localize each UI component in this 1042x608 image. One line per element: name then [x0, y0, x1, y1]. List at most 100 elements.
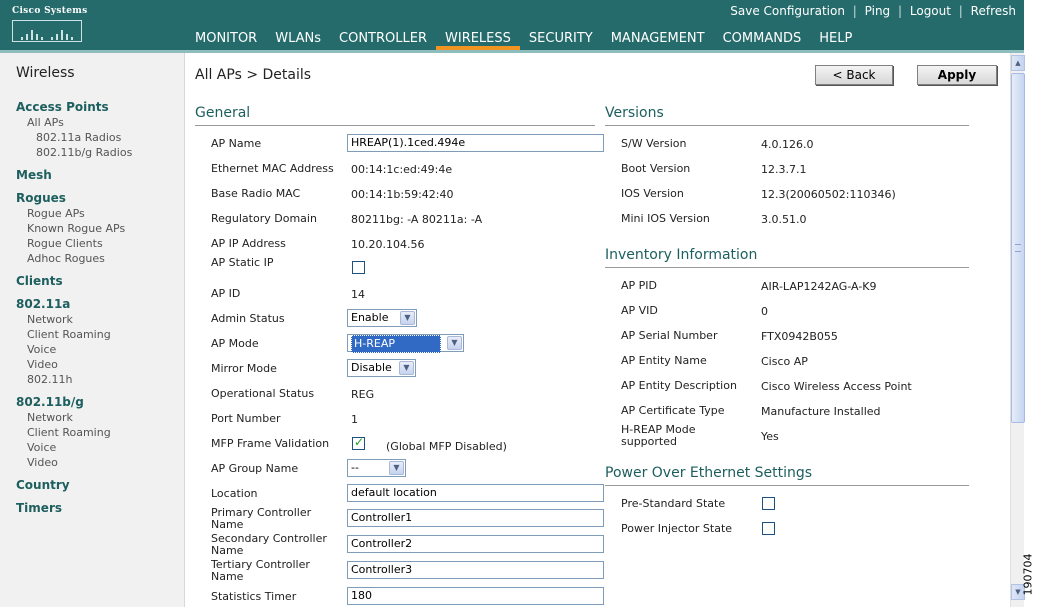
mfp-frame-validation-label: MFP Frame Validation: [211, 437, 330, 450]
power-injector-state-checkbox[interactable]: [762, 522, 775, 535]
statistics-timer-label: Statistics Timer: [211, 590, 297, 603]
nav-monitor[interactable]: MONITOR: [186, 30, 266, 50]
chevron-down-icon: ▼: [389, 461, 404, 475]
ap-name-label: AP Name: [211, 137, 262, 150]
ap-entity-name-value: Cisco AP: [761, 355, 808, 368]
ap-static-ip-checkbox[interactable]: [352, 261, 365, 274]
ap-serial-value: FTX0942B055: [761, 330, 838, 343]
apply-button[interactable]: Apply: [917, 65, 997, 85]
sidebar-80211a[interactable]: 802.11a: [0, 296, 185, 312]
mini-ios-version-value: 3.0.51.0: [761, 213, 807, 226]
secondary-controller-input[interactable]: Controller2: [347, 535, 604, 553]
refresh-link[interactable]: Refresh: [971, 4, 1016, 18]
ios-version-value: 12.3(20060502:110346): [761, 188, 896, 201]
tertiary-controller-label: Tertiary Controller Name: [211, 558, 310, 583]
mini-ios-version-label: Mini IOS Version: [621, 212, 710, 225]
sw-version-label: S/W Version: [621, 137, 687, 150]
location-input[interactable]: default location: [347, 484, 604, 502]
sidebar-bg-video[interactable]: Video: [0, 455, 185, 470]
hreap-mode-supported-value: Yes: [761, 430, 779, 443]
sidebar-mesh[interactable]: Mesh: [0, 167, 185, 183]
ap-entity-description-value: Cisco Wireless Access Point: [761, 380, 912, 393]
nav-management[interactable]: MANAGEMENT: [602, 30, 714, 50]
ap-name-input[interactable]: HREAP(1).1ced.494e: [347, 134, 604, 152]
sidebar-rogues[interactable]: Rogues: [0, 190, 185, 206]
mirror-mode-select[interactable]: Disable ▼: [347, 359, 416, 377]
port-number-label: Port Number: [211, 412, 281, 425]
sidebar-bg-client-roaming[interactable]: Client Roaming: [0, 425, 185, 440]
sidebar-menu: Access Points All APs 802.11a Radios 802…: [0, 99, 185, 516]
sidebar-timers[interactable]: Timers: [0, 500, 185, 516]
admin-status-value: Enable: [351, 311, 389, 324]
separator: |: [898, 4, 903, 18]
admin-status-select[interactable]: Enable ▼: [347, 309, 417, 327]
ap-group-name-label: AP Group Name: [211, 462, 299, 475]
ap-vid-label: AP VID: [621, 304, 658, 317]
regulatory-domain-label: Regulatory Domain: [211, 212, 317, 225]
ap-mode-select[interactable]: H-REAP ▼: [347, 334, 464, 353]
ap-group-name-value: --: [351, 461, 359, 474]
sidebar-rogue-clients[interactable]: Rogue Clients: [0, 236, 185, 251]
sidebar-access-points[interactable]: Access Points: [0, 99, 185, 115]
secondary-controller-label: Secondary Controller Name: [211, 532, 327, 557]
sidebar-rogue-aps[interactable]: Rogue APs: [0, 206, 185, 221]
sidebar-title: Wireless: [16, 65, 75, 81]
ap-mode-value: H-REAP: [351, 335, 441, 353]
sidebar-80211a-radios[interactable]: 802.11a Radios: [0, 130, 185, 145]
global-mfp-note: (Global MFP Disabled): [386, 440, 507, 453]
sidebar-all-aps[interactable]: All APs: [0, 115, 185, 130]
ap-ip-address-label: AP IP Address: [211, 237, 286, 250]
admin-status-label: Admin Status: [211, 312, 285, 325]
nav-wireless[interactable]: WIRELESS: [436, 30, 520, 50]
ethernet-mac-value: 00:14:1c:ed:49:4e: [351, 163, 453, 176]
tertiary-controller-input[interactable]: Controller3: [347, 561, 604, 579]
save-configuration-link[interactable]: Save Configuration: [730, 4, 845, 18]
sidebar-80211bg-radios[interactable]: 802.11b/g Radios: [0, 145, 185, 160]
sidebar-country[interactable]: Country: [0, 477, 185, 493]
scrollbar-thumb[interactable]: [1011, 73, 1025, 423]
ap-static-ip-label: AP Static IP: [211, 256, 274, 269]
ios-version-label: IOS Version: [621, 187, 684, 200]
base-radio-mac-value: 00:14:1b:59:42:40: [351, 188, 454, 201]
general-section-title: General: [195, 105, 595, 126]
checkmark-icon: ✓: [354, 435, 365, 449]
vertical-scrollbar[interactable]: ▲ ▼: [1010, 53, 1025, 607]
sidebar-a-client-roaming[interactable]: Client Roaming: [0, 327, 185, 342]
regulatory-domain-value: 80211bg: -A 80211a: -A: [351, 213, 483, 226]
versions-section-title: Versions: [605, 105, 969, 126]
grip-icon: [1015, 244, 1021, 252]
pre-standard-state-label: Pre-Standard State: [621, 497, 726, 510]
sidebar-80211bg[interactable]: 802.11b/g: [0, 394, 185, 410]
ap-group-name-select[interactable]: -- ▼: [347, 459, 406, 477]
mfp-frame-validation-checkbox[interactable]: ✓: [352, 435, 365, 450]
primary-controller-input[interactable]: Controller1: [347, 509, 604, 527]
statistics-timer-input[interactable]: 180: [347, 587, 604, 605]
base-radio-mac-label: Base Radio MAC: [211, 187, 301, 200]
ap-mode-label: AP Mode: [211, 337, 259, 350]
nav-commands[interactable]: COMMANDS: [714, 30, 811, 50]
sidebar-bg-network[interactable]: Network: [0, 410, 185, 425]
pre-standard-state-checkbox[interactable]: [762, 497, 775, 510]
sidebar-adhoc-rogues[interactable]: Adhoc Rogues: [0, 251, 185, 266]
sidebar-a-voice[interactable]: Voice: [0, 342, 185, 357]
nav-wlans[interactable]: WLANs: [266, 30, 330, 50]
back-button[interactable]: < Back: [815, 65, 893, 85]
separator: |: [852, 4, 857, 18]
hreap-mode-supported-label: H-REAP Mode supported: [621, 423, 696, 448]
sidebar-known-rogue-aps[interactable]: Known Rogue APs: [0, 221, 185, 236]
sidebar-clients[interactable]: Clients: [0, 273, 185, 289]
sidebar: Wireless Access Points All APs 802.11a R…: [0, 53, 185, 607]
sidebar-a-video[interactable]: Video: [0, 357, 185, 372]
scroll-up-icon[interactable]: ▲: [1011, 55, 1025, 71]
sidebar-bg-voice[interactable]: Voice: [0, 440, 185, 455]
top-header: Cisco Systems Save Configuration | Ping …: [0, 0, 1024, 53]
ethernet-mac-label: Ethernet MAC Address: [211, 162, 334, 175]
logout-link[interactable]: Logout: [910, 4, 951, 18]
nav-controller[interactable]: CONTROLLER: [330, 30, 436, 50]
nav-security[interactable]: SECURITY: [520, 30, 602, 50]
ping-link[interactable]: Ping: [865, 4, 891, 18]
sidebar-a-80211h[interactable]: 802.11h: [0, 372, 185, 387]
sidebar-a-network[interactable]: Network: [0, 312, 185, 327]
nav-help[interactable]: HELP: [810, 30, 861, 50]
logo-text: Cisco Systems: [12, 6, 88, 16]
